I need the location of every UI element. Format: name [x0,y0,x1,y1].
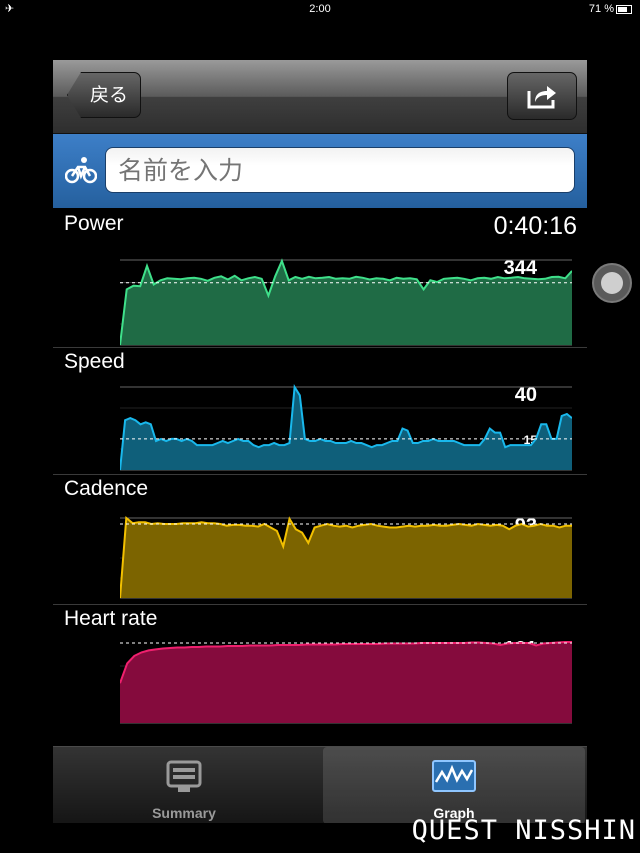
heart-rate-area [120,642,572,723]
battery-icon [616,4,632,14]
app-screen: 戻る Power 0:40:16 344 252 0 [53,60,587,823]
back-button[interactable]: 戻る [67,72,141,118]
name-bar [53,134,587,208]
battery-percent: 71 % [588,3,614,15]
bicycle-icon [65,157,97,184]
speed-title: Speed [64,350,125,373]
graph-icon [432,760,476,792]
assistive-touch-button[interactable] [592,263,632,303]
speed-graph [120,383,572,471]
cadence-graph [120,516,572,599]
cadence-title: Cadence [64,477,149,500]
power-graph [120,258,572,346]
tab-bar: Summary Graph [53,746,587,823]
tab-summary[interactable]: Summary [53,747,315,823]
cadence-area [120,518,572,598]
tab-graph[interactable]: Graph [323,747,585,823]
navigation-bar: 戻る [53,60,587,134]
power-title: Power [64,212,124,235]
heart-rate-panel: Heart rate 161 0 [53,605,587,745]
heart-rate-graph [120,641,572,724]
clock: 2:00 [309,3,331,15]
speed-area [120,387,572,470]
heart-rate-title: Heart rate [64,607,158,630]
cadence-panel: Cadence 93 0 [53,475,587,603]
watermark: QUEST NISSHIN [411,815,636,846]
share-icon [527,86,556,109]
status-bar: ✈ 2:00 71 % [0,0,640,18]
power-area [120,261,572,345]
speed-panel: Speed 40 15 0 [53,348,587,476]
tab-summary-label: Summary [152,805,216,821]
name-input[interactable] [105,147,575,193]
power-panel: Power 0:40:16 344 252 0 [53,210,587,346]
summary-icon [166,760,202,792]
battery-indicator: 71 % [589,3,632,15]
duration: 0:40:16 [493,212,577,240]
share-button[interactable] [507,72,577,120]
